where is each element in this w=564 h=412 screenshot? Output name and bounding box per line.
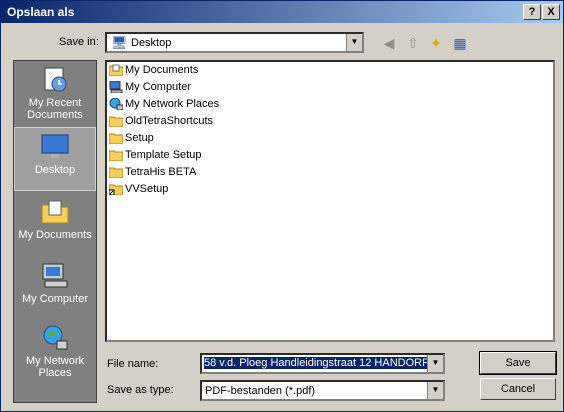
desktop-icon: [41, 134, 69, 158]
title-bar[interactable]: Opslaan als ? X: [1, 1, 563, 23]
folder-icon: [109, 167, 123, 179]
new-folder-icon[interactable]: ✦: [426, 33, 446, 53]
list-item[interactable]: TetraHis BETA: [109, 166, 196, 182]
place-label: My Computer: [21, 293, 89, 305]
chevron-down-icon[interactable]: ▼: [346, 34, 362, 51]
window-title: Opslaan als: [7, 5, 75, 19]
save-in-label: Save in:: [59, 36, 99, 48]
chevron-down-icon[interactable]: ▼: [427, 355, 443, 372]
place-label: My Recent Documents: [27, 97, 83, 121]
save-in-dropdown[interactable]: 🖥 Desktop ▼: [105, 32, 364, 53]
place-label: Desktop: [34, 164, 76, 176]
list-item[interactable]: My Network Places: [109, 98, 219, 114]
places-bar: My Recent Documents Desktop My Documents…: [13, 60, 97, 403]
my-computer-icon: [109, 81, 123, 94]
save-as-type-value: PDF-bestanden (*.pdf): [205, 385, 316, 397]
file-name-field[interactable]: 58 v.d. Ploeg Handleidingstraat 12 HANDO…: [200, 353, 445, 374]
my-documents-icon: [109, 64, 123, 77]
place-my-computer[interactable]: My Computer: [14, 261, 96, 305]
help-button[interactable]: ?: [523, 4, 541, 20]
network-places-icon: [109, 98, 123, 111]
my-computer-icon: [42, 263, 68, 288]
folder-icon: [109, 133, 123, 145]
my-documents-icon: [41, 200, 69, 224]
list-item[interactable]: My Documents: [109, 64, 198, 80]
recent-documents-icon: [44, 67, 67, 92]
list-item[interactable]: OldTetraShortcuts: [109, 115, 213, 131]
place-label: My Network Places: [25, 355, 85, 379]
close-button[interactable]: X: [542, 4, 560, 20]
place-label: My Documents: [18, 229, 92, 241]
list-item[interactable]: Template Setup: [109, 149, 201, 165]
save-button[interactable]: Save: [479, 351, 557, 375]
file-list[interactable]: My Documents My Computer My Network Plac…: [105, 60, 555, 342]
save-as-type-label: Save as type:: [107, 384, 174, 396]
save-in-value: Desktop: [131, 37, 172, 49]
file-name-label: File name:: [107, 358, 159, 370]
folder-shortcut-icon: [109, 184, 123, 196]
list-item[interactable]: VVSetup: [109, 183, 168, 199]
back-icon[interactable]: ◀: [379, 33, 399, 53]
cancel-button[interactable]: Cancel: [480, 378, 556, 400]
save-as-dialog: Opslaan als ? X Save in: 🖥 Desktop ▼ ◀ ⇧…: [0, 0, 564, 412]
folder-icon: [109, 150, 123, 162]
file-name-value: 58 v.d. Ploeg Handleidingstraat 12 HANDO…: [204, 357, 430, 369]
folder-icon: [109, 116, 123, 128]
place-my-recent-documents[interactable]: My Recent Documents: [14, 65, 96, 121]
chevron-down-icon[interactable]: ▼: [427, 382, 443, 399]
save-as-type-dropdown[interactable]: PDF-bestanden (*.pdf) ▼: [200, 380, 445, 401]
network-places-icon: [43, 325, 68, 350]
views-menu-icon[interactable]: ▦: [450, 33, 470, 53]
place-desktop[interactable]: Desktop: [14, 127, 96, 191]
place-my-documents[interactable]: My Documents: [14, 197, 96, 241]
up-folder-icon[interactable]: ⇧: [403, 33, 423, 53]
desktop-icon: 🖥: [111, 35, 128, 50]
place-my-network-places[interactable]: My Network Places: [14, 323, 96, 379]
list-item[interactable]: My Computer: [109, 81, 191, 97]
list-item[interactable]: Setup: [109, 132, 154, 148]
